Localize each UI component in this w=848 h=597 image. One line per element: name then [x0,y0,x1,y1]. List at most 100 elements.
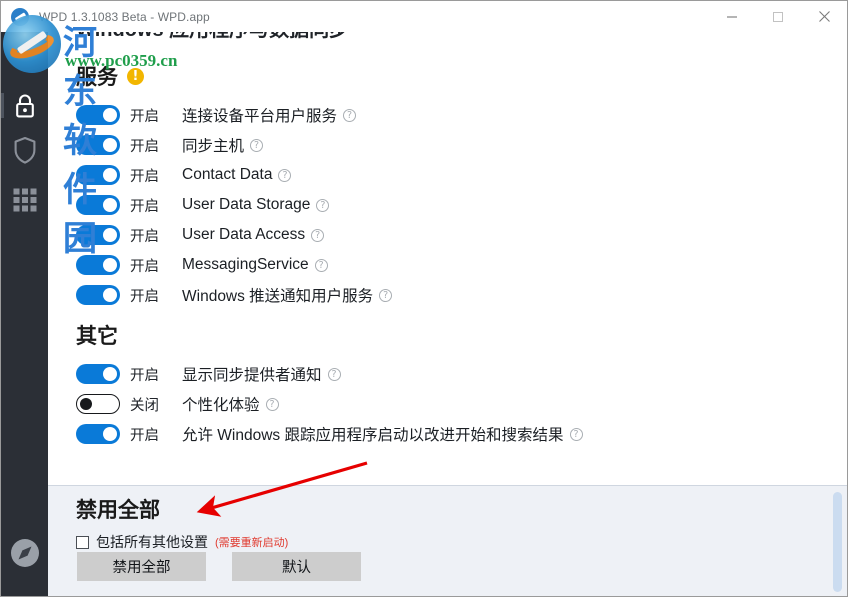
title-bar: WPD 1.3.1083 Beta - WPD.app [1,1,847,32]
toggle-state-label: 开启 [130,228,159,245]
sidebar-rail [1,1,48,596]
include-other-settings-row[interactable]: 包括所有其他设置 (需要重新启动) [76,532,288,552]
toggle-knob [103,288,117,302]
toggle-switch[interactable] [76,285,120,305]
toggle-state-label: 开启 [130,168,159,185]
setting-label: User Data Storage? [182,196,330,214]
help-icon[interactable]: ? [343,108,357,122]
default-button[interactable]: 默认 [232,552,361,581]
toggle-knob [103,427,117,441]
disable-all-title: 禁用全部 [76,499,160,522]
toggle-switch[interactable] [76,225,120,245]
help-icon[interactable]: ? [250,138,264,152]
setting-label-text: MessagingService [182,256,309,273]
help-icon[interactable]: ? [316,198,330,212]
toggle-row: 开启 Windows 推送通知用户服务? [76,280,393,310]
help-icon[interactable]: ? [314,258,328,272]
disable-all-button[interactable]: 禁用全部 [77,552,206,581]
toggle-state-label: 开启 [130,198,159,215]
setting-label: User Data Access? [182,226,325,244]
setting-label: Contact Data? [182,166,292,184]
help-icon[interactable]: ? [278,168,292,182]
grid-icon [12,187,38,213]
setting-label: 同步主机? [182,134,264,156]
app-logo-icon [7,6,37,28]
toggle-row: 开启 同步主机? [76,130,392,160]
toggle-row: 开启 User Data Access? [76,220,392,250]
other-toggle-list: 开启 显示同步提供者通知? 关闭 个性化体验? 开启 允许 Windows 跟踪应用程序启… [76,359,583,449]
services-section: 服务 ! 开启 连接设备平台用户服务? 开启 同步主机? 开启 Contact Data?… [76,61,393,310]
toggle-switch[interactable] [76,424,120,444]
toggle-row: 开启 连接设备平台用户服务? [76,100,392,130]
help-icon[interactable]: ? [327,367,341,381]
toggle-row: 开启 显示同步提供者通知? [76,359,583,389]
toggle-state-label: 开启 [130,288,159,305]
setting-label: MessagingService? [182,256,328,274]
setting-label-text: 个性化体验 [182,397,260,414]
toggle-row: 关闭 个性化体验? [76,389,583,419]
toggle-switch[interactable] [76,255,120,275]
setting-label: Windows 推送通知用户服务? [182,284,393,306]
toggle-knob [80,397,92,410]
toggle-switch[interactable] [76,135,120,155]
toggle-knob [103,168,117,182]
lock-icon [12,92,38,120]
services-toggle-list: 开启 连接设备平台用户服务? 开启 同步主机? 开启 Contact Data? 开启 Use… [76,100,393,310]
shield-icon [12,136,38,165]
toggle-knob [103,138,117,152]
toggle-switch[interactable] [76,394,120,414]
setting-label-text: User Data Storage [182,196,311,213]
disable-all-panel: 禁用全部 包括所有其他设置 (需要重新启动) 禁用全部 默认 [48,485,847,596]
setting-label-text: 连接设备平台用户服务 [182,108,338,125]
toggle-state-label: 开启 [130,258,159,275]
toggle-knob [103,228,117,242]
other-title: 其它 [76,325,118,348]
help-icon[interactable]: ? [265,397,279,411]
toggle-knob [103,258,117,272]
toggle-state-label: 关闭 [130,397,159,414]
scrollbar-thumb[interactable] [833,492,842,592]
toggle-row: 开启 User Data Storage? [76,190,392,220]
setting-label: 允许 Windows 跟踪应用程序启动以改进开始和搜索结果? [182,423,583,445]
toggle-row: 开启 Contact Data? [76,160,392,190]
toggle-switch[interactable] [76,105,120,125]
compass-icon [10,538,40,568]
help-icon[interactable]: ? [311,228,325,242]
setting-label-text: Windows 推送通知用户服务 [182,288,374,305]
setting-label-text: 同步主机 [182,138,245,155]
help-icon[interactable]: ? [379,288,393,302]
toggle-state-label: 开启 [130,138,159,155]
setting-label-text: Contact Data [182,166,273,183]
sidebar-item-firewall[interactable] [1,127,48,174]
setting-label: 连接设备平台用户服务? [182,104,357,126]
settings-content[interactable]: Windows 应用程序与数据同步 服务 ! 开启连接设备平台用户服务?开启同步… [48,1,847,484]
sidebar-item-appx[interactable] [1,176,48,223]
other-section-header: 其它 [76,320,583,350]
maximize-button[interactable] [755,1,801,32]
toggle-state-label: 开启 [130,427,159,444]
warning-icon: ! [127,67,144,85]
other-section: 其它 开启 显示同步提供者通知? 关闭 个性化体验? 开启 允许 Windows 跟踪应用… [76,320,583,449]
minimize-button[interactable] [709,1,755,32]
toggle-knob [103,367,117,381]
toggle-switch[interactable] [76,165,120,185]
toggle-state-label: 开启 [130,108,159,125]
close-button[interactable] [801,1,847,32]
toggle-row: 开启 允许 Windows 跟踪应用程序启动以改进开始和搜索结果? [76,419,583,449]
toggle-row: 开启 MessagingService? [76,250,392,280]
panel-button-row: 禁用全部 默认 [77,552,361,581]
toggle-switch[interactable] [76,195,120,215]
toggle-switch[interactable] [76,364,120,384]
services-title: 服务 [76,66,118,89]
help-icon[interactable]: ? [569,427,583,441]
window-controls [709,1,847,32]
toggle-state-label: 开启 [130,367,159,384]
setting-label-text: 允许 Windows 跟踪应用程序启动以改进开始和搜索结果 [182,427,564,444]
services-section-header: 服务 ! [76,61,392,91]
sidebar-item-about[interactable] [1,529,48,576]
wpd-window: WPD 1.3.1083 Beta - WPD.app 服务 ! 开启 连接设备… [0,0,848,597]
include-other-settings-checkbox[interactable] [76,535,89,549]
setting-label: 个性化体验? [182,393,279,415]
toggle-knob [103,198,117,212]
sidebar-item-privacy[interactable] [1,82,48,129]
